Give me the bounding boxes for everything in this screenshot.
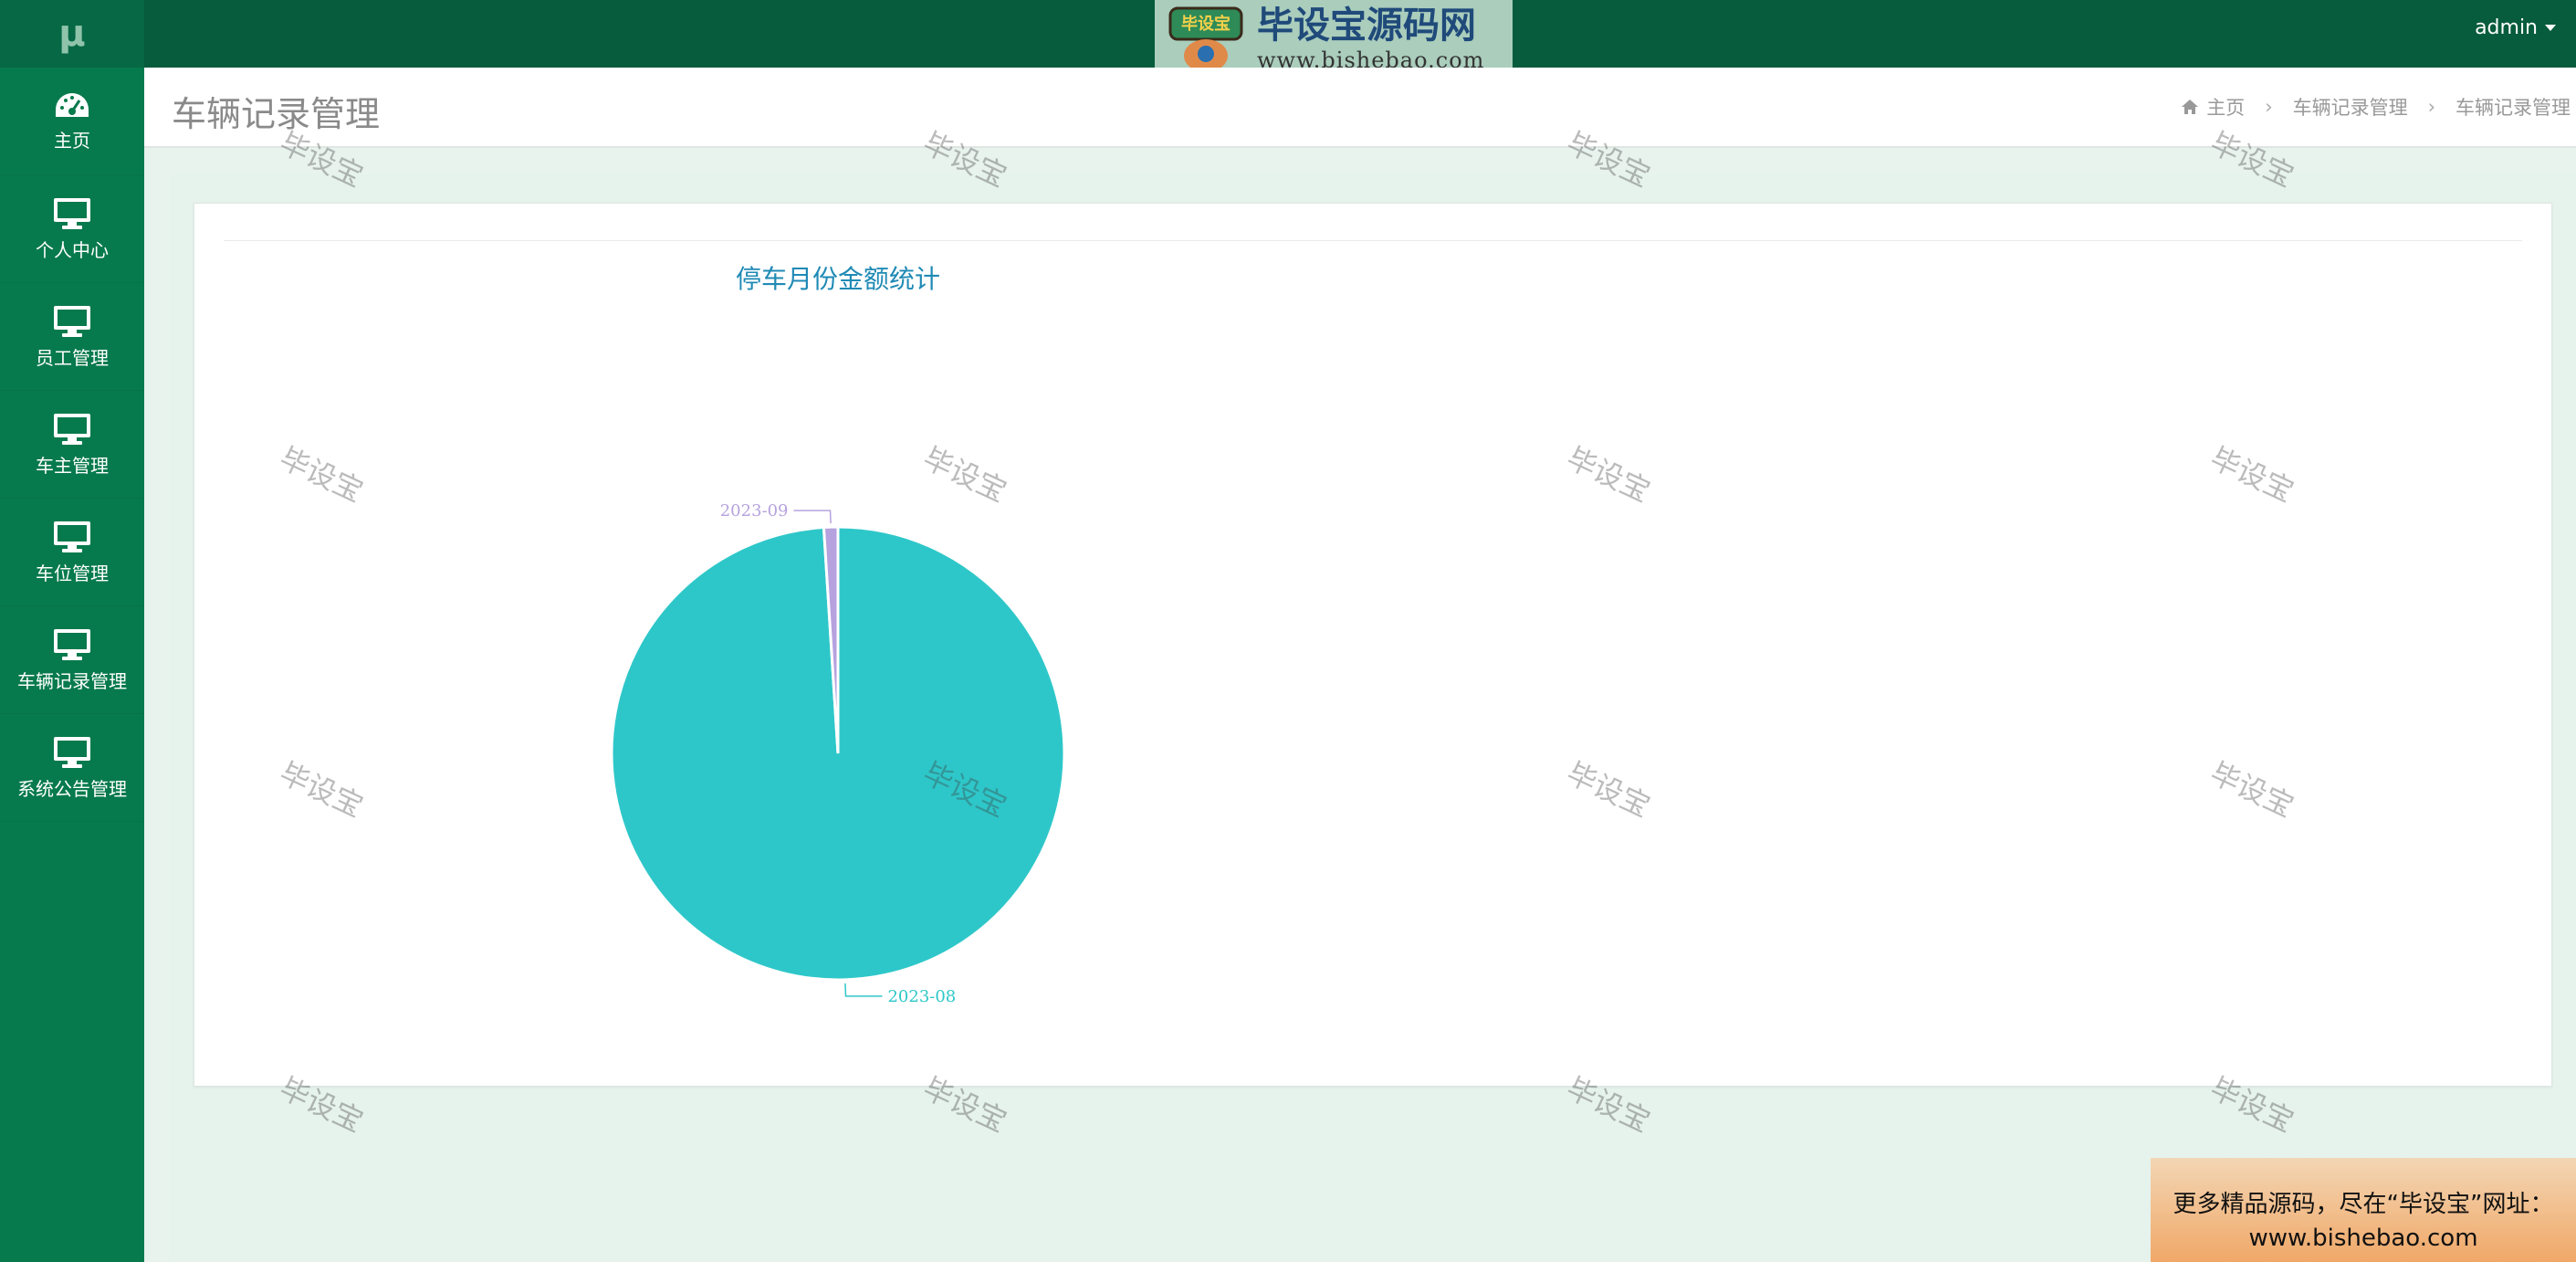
pie-label: 2023-09 xyxy=(720,501,789,521)
sidebar-item-personal-center[interactable]: 个人中心 xyxy=(0,175,144,283)
sidebar-item-label: 车主管理 xyxy=(36,454,109,477)
breadcrumb-home[interactable]: 主页 xyxy=(2206,93,2245,121)
user-menu[interactable]: admin xyxy=(2475,16,2556,39)
chevron-right-icon: › xyxy=(2427,96,2435,118)
promo-text: 更多精品源码，尽在“毕设宝”网址： xyxy=(2173,1191,2554,1218)
monitor-icon xyxy=(54,413,90,445)
promo-banner[interactable]: 更多精品源码，尽在“毕设宝”网址： www.bishebao.com xyxy=(2151,1158,2576,1262)
monitor-icon xyxy=(54,736,90,768)
logo-title: 毕设宝源码网 xyxy=(1257,5,1476,47)
sidebar-item-announcements[interactable]: 系统公告管理 xyxy=(0,714,144,822)
caret-down-icon xyxy=(2545,25,2556,31)
breadcrumb: 主页 › 车辆记录管理 › 车辆记录管理 xyxy=(2181,93,2571,121)
sidebar-item-label: 个人中心 xyxy=(36,238,109,261)
sidebar-item-parking-spaces[interactable]: 车位管理 xyxy=(0,499,144,606)
label-leader-line xyxy=(844,983,883,997)
monitor-icon xyxy=(54,197,90,229)
monitor-icon xyxy=(54,521,90,552)
chart-card: 停车月份金额统计 2023-08 2023-09 xyxy=(194,203,2552,1087)
chart-title: 停车月份金额统计 xyxy=(736,264,940,294)
promo-url: www.bishebao.com xyxy=(2248,1225,2478,1252)
sidebar-item-label: 车位管理 xyxy=(36,562,109,584)
page-header: 车辆记录管理 主页 › 车辆记录管理 › 车辆记录管理 xyxy=(144,68,2576,148)
chevron-right-icon: › xyxy=(2265,96,2273,118)
home-icon xyxy=(2182,100,2199,114)
page-title: 车辆记录管理 xyxy=(172,94,381,134)
monitor-icon xyxy=(54,305,90,337)
sidebar: µ 主页 个人中心 员工管理 车主管理 车位管理 车辆记录管理 系统公告管理 xyxy=(0,0,144,1262)
dashboard-icon xyxy=(56,92,89,117)
pie-label: 2023-08 xyxy=(887,987,956,1006)
pie-chart: 停车月份金额统计 2023-08 2023-09 xyxy=(610,264,1066,1006)
sidebar-item-label: 主页 xyxy=(54,129,90,152)
logo-mascot: 毕设宝 xyxy=(1162,3,1250,76)
sidebar-item-label: 员工管理 xyxy=(36,346,109,369)
sidebar-item-label: 系统公告管理 xyxy=(17,777,127,800)
brand-logo[interactable]: µ xyxy=(0,0,144,68)
sidebar-item-car-owners[interactable]: 车主管理 xyxy=(0,391,144,499)
user-name: admin xyxy=(2475,16,2538,39)
sidebar-item-staff[interactable]: 员工管理 xyxy=(0,283,144,391)
svg-text:毕设宝: 毕设宝 xyxy=(1181,14,1230,34)
sidebar-item-home[interactable]: 主页 xyxy=(0,68,144,175)
sidebar-item-label: 车辆记录管理 xyxy=(17,669,127,692)
sidebar-item-vehicle-records[interactable]: 车辆记录管理 xyxy=(0,606,144,714)
monitor-icon xyxy=(54,628,90,660)
breadcrumb-section[interactable]: 车辆记录管理 xyxy=(2293,93,2408,121)
breadcrumb-current: 车辆记录管理 xyxy=(2456,97,2571,119)
label-leader-line xyxy=(793,510,832,524)
